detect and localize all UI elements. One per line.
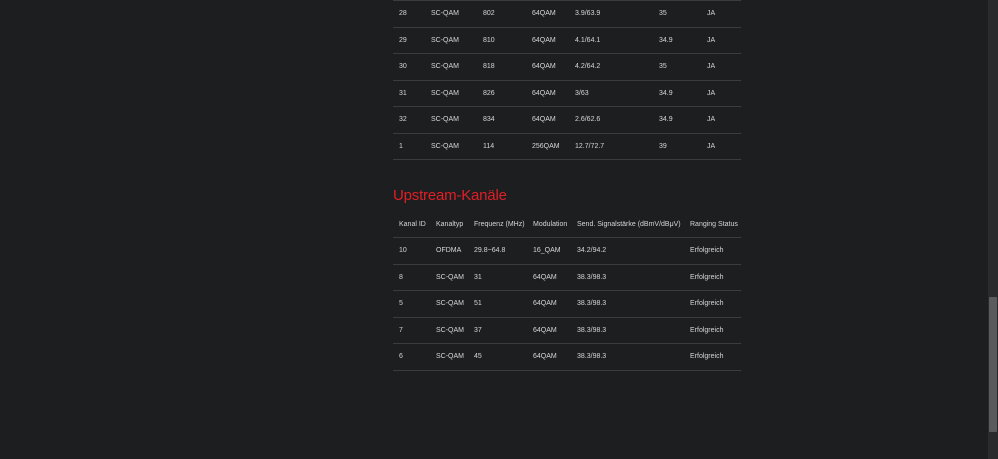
- modulation-cell: 64QAM: [532, 36, 556, 44]
- header-signal: Send. Signalstärke (dBmV/dBμV): [577, 220, 681, 228]
- kanal-id-cell: 31: [399, 89, 407, 97]
- table-row: 7 SC-QAM 37 64QAM 38.3/98.3 Erfolgreich: [393, 317, 741, 344]
- ranging-cell: Erfolgreich: [690, 326, 724, 334]
- modulation-cell: 16_QAM: [533, 247, 561, 255]
- modulation-cell: 64QAM: [533, 326, 557, 334]
- kanal-id-cell: 29: [399, 36, 407, 44]
- ranging-cell: Erfolgreich: [690, 353, 724, 361]
- upstream-section-title: Upstream-Kanäle: [393, 187, 507, 204]
- kanal-id-cell: 1: [399, 142, 403, 150]
- header-kanaltyp: Kanaltyp: [436, 220, 464, 228]
- kanal-id-cell: 10: [399, 247, 407, 255]
- table-row: 5 SC-QAM 51 64QAM 38.3/98.3 Erfolgreich: [393, 291, 741, 317]
- kanal-id-cell: 7: [399, 326, 403, 334]
- vertical-scrollbar[interactable]: [988, 0, 998, 459]
- signal-cell: 38.3/98.3: [577, 300, 607, 308]
- kanal-id-cell: 6: [399, 353, 403, 361]
- modulation-cell: 64QAM: [532, 10, 556, 18]
- modulation-cell: 64QAM: [532, 116, 556, 124]
- ranging-cell: Erfolgreich: [690, 300, 724, 308]
- ranging-cell: Erfolgreich: [690, 247, 724, 255]
- upstream-table-wrap: Kanal ID Kanaltyp Frequenz (MHz) Modulat…: [393, 211, 741, 371]
- signal-cell: 34.9: [659, 89, 673, 97]
- locked-cell: JA: [707, 116, 716, 124]
- frequenz-cell: 29.8~64.8: [474, 247, 506, 255]
- locked-cell: JA: [707, 89, 716, 97]
- modulation-cell: 256QAM: [532, 142, 560, 150]
- signal-cell: 38.3/98.3: [577, 273, 607, 281]
- kanaltyp-cell: SC-QAM: [436, 326, 464, 334]
- modulation-cell: 64QAM: [533, 300, 557, 308]
- snr-cell: 3/63: [575, 89, 589, 97]
- frequenz-cell: 51: [474, 300, 482, 308]
- signal-cell: 35: [659, 10, 667, 18]
- signal-cell: 35: [659, 63, 667, 71]
- kanal-id-cell: 8: [399, 273, 403, 281]
- table-row: 6 SC-QAM 45 64QAM 38.3/98.3 Erfolgreich: [393, 344, 741, 370]
- snr-cell: 2.6/62.6: [575, 116, 601, 124]
- header-modulation: Modulation: [533, 220, 568, 228]
- table-row: 10 OFDMA 29.8~64.8 16_QAM 34.2/94.2 Erfo…: [393, 238, 741, 264]
- table-row: 8 SC-QAM 31 64QAM 38.3/98.3 Erfolgreich: [393, 264, 741, 291]
- signal-cell: 34.2/94.2: [577, 247, 607, 255]
- table-row: 28 SC-QAM 802 64QAM 3.9/63.9 35 JA: [393, 0, 741, 27]
- locked-cell: JA: [707, 142, 716, 150]
- snr-cell: 4.2/64.2: [575, 63, 601, 71]
- table-row: 31 SC-QAM 826 64QAM 3/63 34.9 JA: [393, 80, 741, 107]
- locked-cell: JA: [707, 36, 716, 44]
- snr-cell: 3.9/63.9: [575, 10, 601, 18]
- table-row: 30 SC-QAM 818 64QAM 4.2/64.2 35 JA: [393, 54, 741, 80]
- kanaltyp-cell: SC-QAM: [431, 116, 459, 124]
- kanaltyp-cell: SC-QAM: [436, 300, 464, 308]
- frequenz-cell: 826: [483, 89, 495, 97]
- frequenz-cell: 818: [483, 63, 495, 71]
- signal-cell: 38.3/98.3: [577, 353, 607, 361]
- kanaltyp-cell: SC-QAM: [431, 142, 459, 150]
- kanaltyp-cell: SC-QAM: [436, 353, 464, 361]
- downstream-table: 28 SC-QAM 802 64QAM 3.9/63.9 35 JA 29 SC…: [393, 0, 741, 160]
- upstream-table: Kanal ID Kanaltyp Frequenz (MHz) Modulat…: [393, 211, 741, 371]
- modulation-cell: 64QAM: [533, 273, 557, 281]
- kanal-id-cell: 28: [399, 10, 407, 18]
- locked-cell: JA: [707, 10, 716, 18]
- frequenz-cell: 37: [474, 326, 482, 334]
- locked-cell: JA: [707, 63, 716, 71]
- header-kanal-id: Kanal ID: [399, 220, 426, 228]
- table-row: 32 SC-QAM 834 64QAM 2.6/62.6 34.9 JA: [393, 107, 741, 133]
- kanal-id-cell: 30: [399, 63, 407, 71]
- page: 28 SC-QAM 802 64QAM 3.9/63.9 35 JA 29 SC…: [0, 0, 998, 459]
- kanaltyp-cell: SC-QAM: [431, 89, 459, 97]
- modulation-cell: 64QAM: [533, 353, 557, 361]
- header-frequenz: Frequenz (MHz): [474, 220, 525, 228]
- frequenz-cell: 114: [483, 142, 495, 150]
- frequenz-cell: 802: [483, 10, 495, 18]
- signal-cell: 34.9: [659, 116, 673, 124]
- modulation-cell: 64QAM: [532, 63, 556, 71]
- modulation-cell: 64QAM: [532, 89, 556, 97]
- table-header-row: Kanal ID Kanaltyp Frequenz (MHz) Modulat…: [393, 211, 741, 238]
- kanaltyp-cell: SC-QAM: [436, 273, 464, 281]
- frequenz-cell: 31: [474, 273, 482, 281]
- ranging-cell: Erfolgreich: [690, 273, 724, 281]
- frequenz-cell: 834: [483, 116, 495, 124]
- frequenz-cell: 810: [483, 36, 495, 44]
- scrollbar-thumb[interactable]: [989, 297, 997, 432]
- header-ranging: Ranging Status: [690, 220, 738, 228]
- table-row: 29 SC-QAM 810 64QAM 4.1/64.1 34.9 JA: [393, 27, 741, 54]
- snr-cell: 4.1/64.1: [575, 36, 601, 44]
- kanaltyp-cell: OFDMA: [436, 247, 462, 255]
- kanaltyp-cell: SC-QAM: [431, 36, 459, 44]
- table-row: 1 SC-QAM 114 256QAM 12.7/72.7 39 JA: [393, 133, 741, 160]
- signal-cell: 39: [659, 142, 667, 150]
- frequenz-cell: 45: [474, 353, 482, 361]
- signal-cell: 38.3/98.3: [577, 326, 607, 334]
- kanaltyp-cell: SC-QAM: [431, 10, 459, 18]
- kanal-id-cell: 32: [399, 116, 407, 124]
- snr-cell: 12.7/72.7: [575, 142, 605, 150]
- kanal-id-cell: 5: [399, 300, 403, 308]
- kanaltyp-cell: SC-QAM: [431, 63, 459, 71]
- channel-content: 28 SC-QAM 802 64QAM 3.9/63.9 35 JA 29 SC…: [393, 0, 741, 370]
- signal-cell: 34.9: [659, 36, 673, 44]
